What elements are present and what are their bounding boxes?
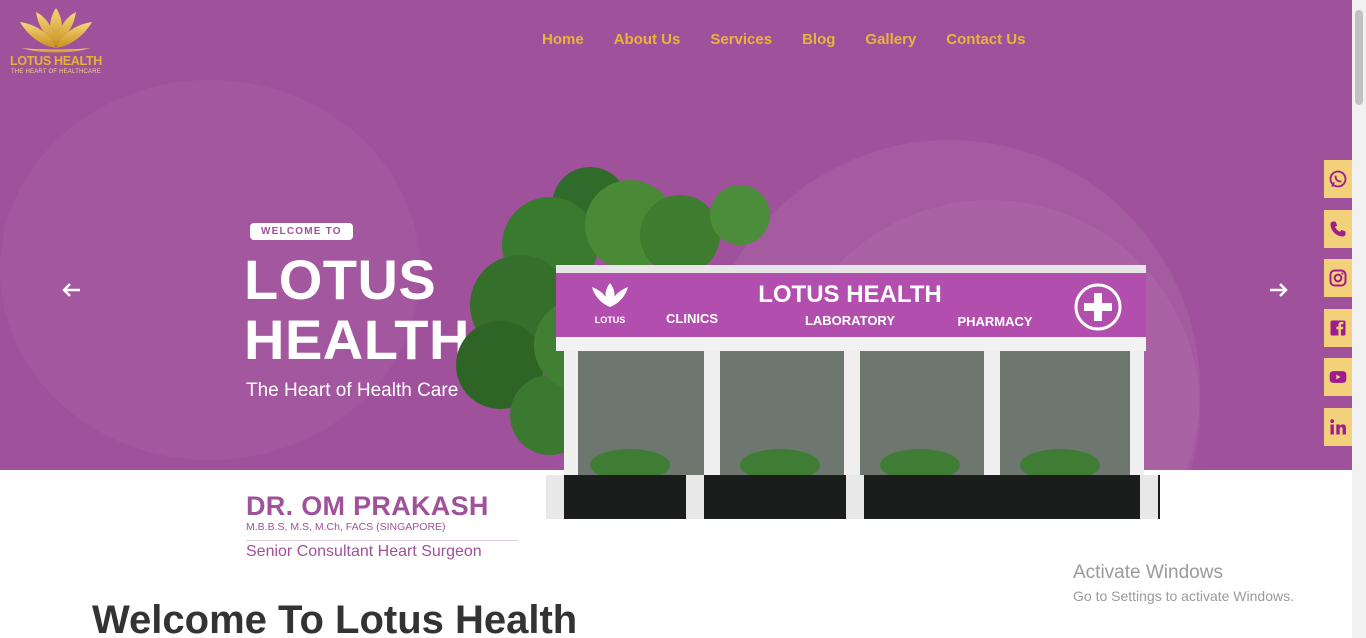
nav-services[interactable]: Services [710,31,772,48]
instagram-icon [1329,269,1347,287]
hero-subtitle: The Heart of Health Care [246,380,459,401]
logo-tagline: THE HEART OF HEALTHCARE [11,69,101,75]
social-whatsapp-button[interactable] [1324,160,1352,198]
phone-icon [1330,221,1346,236]
youtube-icon [1329,371,1347,383]
social-instagram-button[interactable] [1324,259,1352,297]
windows-activation-watermark: Activate Windows Go to Settings to activ… [1073,562,1294,604]
arrow-left-icon [62,283,80,297]
whatsapp-icon [1329,170,1347,188]
building-sign-laboratory: LABORATORY [805,313,895,328]
nav-contact-us[interactable]: Contact Us [946,31,1025,48]
building-sign-clinics: CLINICS [666,311,718,326]
doctor-name: DR. OM PRAKASH [246,491,489,521]
doctor-qualifications: M.B.B.S, M.S, M.Ch, FACS (SINGAPORE) [246,521,446,533]
hero-title: LOTUS HEALTH [244,250,470,370]
welcome-badge: WELCOME TO [250,223,353,240]
nav-gallery[interactable]: Gallery [865,31,916,48]
social-sidebar [1324,160,1352,457]
logo-brand-text: LOTUS HEALTH [10,54,102,68]
linkedin-icon [1330,418,1346,434]
lotus-logo-icon [20,8,92,53]
hero-title-line1: LOTUS [244,248,437,311]
page-scrollbar[interactable] [1352,0,1366,638]
clinic-building-image: LOTUS LOTUS HEALTH CLINICS LABORATORY PH… [456,167,1160,519]
social-linkedin-button[interactable] [1324,407,1352,446]
nav-home[interactable]: Home [542,31,584,48]
nav-blog[interactable]: Blog [802,31,835,48]
carousel-prev-button[interactable] [60,278,84,302]
building-sign-name: LOTUS HEALTH [758,281,942,308]
social-youtube-button[interactable] [1324,358,1352,396]
site-logo[interactable]: LOTUS HEALTH THE HEART OF HEALTHCARE [8,4,104,78]
page: LOTUS HEALTH THE HEART OF HEALTHCARE Hom… [0,0,1366,638]
hero-title-line2: HEALTH [244,308,470,371]
social-facebook-button[interactable] [1324,308,1352,347]
welcome-section-heading: Welcome To Lotus Health [92,598,578,638]
building-sign-pharmacy: PHARMACY [957,314,1032,329]
facebook-icon [1330,320,1346,335]
social-phone-button[interactable] [1324,209,1352,248]
doctor-divider [246,540,518,541]
carousel-next-button[interactable] [1266,278,1290,302]
main-nav: Home About Us Services Blog Gallery Cont… [542,31,1025,48]
scrollbar-thumb[interactable] [1355,10,1363,105]
arrow-right-icon [1270,283,1288,297]
doctor-role: Senior Consultant Heart Surgeon [246,543,482,560]
building-sign-logo-text: LOTUS [595,315,626,325]
activation-title: Activate Windows [1073,562,1223,583]
activation-message: Go to Settings to activate Windows. [1073,588,1294,604]
nav-about-us[interactable]: About Us [614,31,681,48]
